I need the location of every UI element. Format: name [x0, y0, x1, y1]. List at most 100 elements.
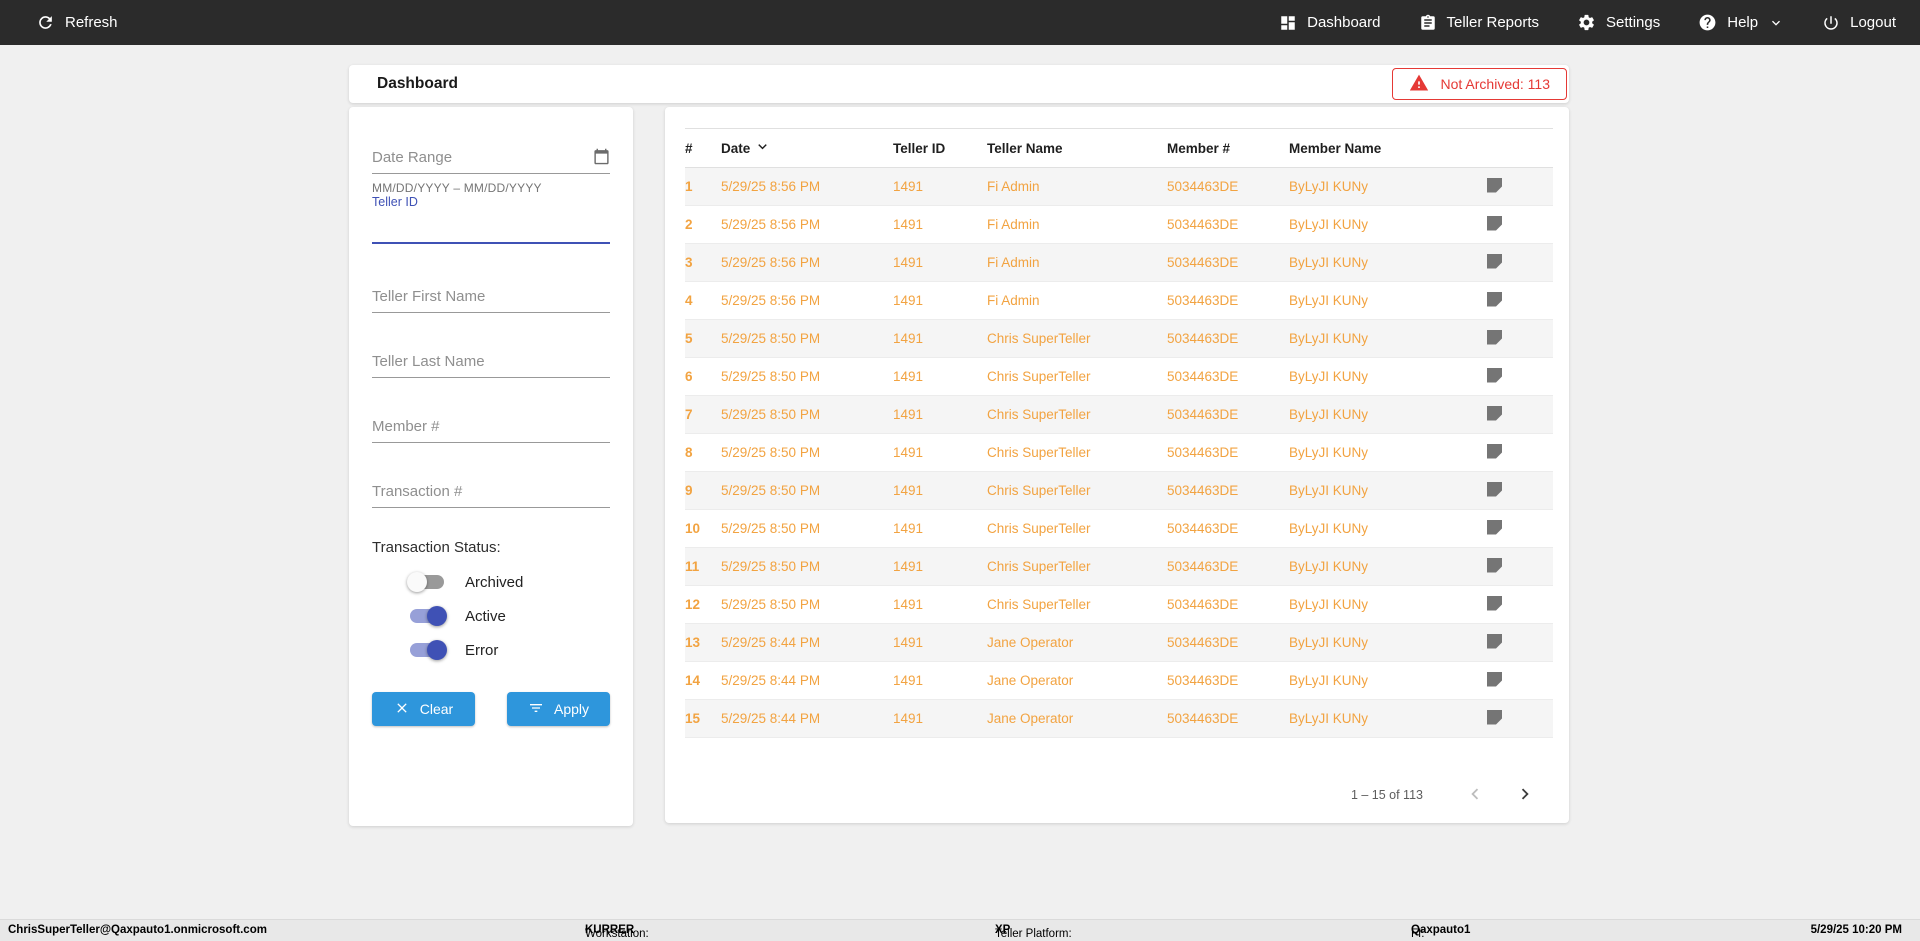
clear-button[interactable]: Clear [372, 692, 475, 726]
table-row[interactable]: 11 5/29/25 8:50 PM 1491 Chris SuperTeller 50… [685, 548, 1553, 586]
table-row[interactable]: 13 5/29/25 8:44 PM 1491 Jane Operator 503446… [685, 624, 1553, 662]
date-cell: 5/29/25 8:56 PM [721, 217, 821, 232]
nav-logout[interactable]: Logout [1822, 14, 1896, 32]
teller-name-cell: Chris SuperTeller [987, 407, 1091, 422]
member-number-cell: 5034463DE [1167, 179, 1239, 194]
table-row[interactable]: 7 5/29/25 8:50 PM 1491 Chris SuperTeller 503… [685, 396, 1553, 434]
table-row[interactable]: 3 5/29/25 8:56 PM 1491 Fi Admin 5034463DE ByL… [685, 244, 1553, 282]
member-name-cell: ByLyJI KUNy [1289, 635, 1369, 650]
calendar-icon[interactable] [593, 148, 610, 168]
teller-id-input[interactable] [372, 211, 610, 244]
transactions-card: # Date Teller ID Teller Name Member # Me… [665, 107, 1569, 823]
teller-id-cell: 1491 [893, 407, 924, 422]
note-icon[interactable] [1487, 633, 1502, 649]
table-row[interactable]: 9 5/29/25 8:50 PM 1491 Chris SuperTeller 503… [685, 472, 1553, 510]
previous-page-button[interactable] [1455, 775, 1495, 815]
date-range-input[interactable] [372, 144, 610, 174]
nav-dashboard[interactable]: Dashboard [1279, 14, 1381, 32]
teller-name-cell: Jane Operator [987, 711, 1074, 726]
member-name-cell: ByLyJI KUNy [1289, 369, 1369, 384]
teller-id-cell: 1491 [893, 597, 924, 612]
teller-id-cell: 1491 [893, 217, 924, 232]
apply-button[interactable]: Apply [507, 692, 610, 726]
toggle-label: Archived [465, 573, 524, 591]
table-row[interactable]: 15 5/29/25 8:44 PM 1491 Jane Operator 503446… [685, 700, 1553, 738]
member-number-input[interactable] [372, 413, 610, 443]
note-icon[interactable] [1487, 177, 1502, 193]
teller-id-label: Teller ID [372, 195, 418, 209]
nav-teller-reports[interactable]: Teller Reports [1419, 14, 1539, 32]
status-toggle-archived[interactable]: Archived [372, 565, 622, 599]
table-row[interactable]: 8 5/29/25 8:50 PM 1491 Chris SuperTeller 503… [685, 434, 1553, 472]
teller-id-cell: 1491 [893, 559, 924, 574]
table-row[interactable]: 1 5/29/25 8:56 PM 1491 Fi Admin 5034463DE ByL… [685, 168, 1553, 206]
table-body: 1 5/29/25 8:56 PM 1491 Fi Admin 5034463DE ByL… [685, 168, 1553, 738]
row-number-cell: 14 [685, 673, 701, 688]
teller-id-cell: 1491 [893, 255, 924, 270]
transaction-number-input[interactable] [372, 478, 610, 508]
dashboard-icon [1279, 14, 1297, 32]
table-row[interactable]: 2 5/29/25 8:56 PM 1491 Fi Admin 5034463DE ByL… [685, 206, 1553, 244]
table-row[interactable]: 5 5/29/25 8:50 PM 1491 Chris SuperTeller 503… [685, 320, 1553, 358]
table-row[interactable]: 4 5/29/25 8:56 PM 1491 Fi Admin 5034463DE ByL… [685, 282, 1553, 320]
member-name-cell: ByLyJI KUNy [1289, 673, 1369, 688]
date-cell: 5/29/25 8:50 PM [721, 597, 821, 612]
refresh-button[interactable]: Refresh [36, 13, 118, 32]
row-number-cell: 10 [685, 521, 701, 536]
table-row[interactable]: 6 5/29/25 8:50 PM 1491 Chris SuperTeller 503… [685, 358, 1553, 396]
next-page-button[interactable] [1505, 775, 1545, 815]
table-row[interactable]: 14 5/29/25 8:44 PM 1491 Jane Operator 503446… [685, 662, 1553, 700]
member-name-cell: ByLyJI KUNy [1289, 179, 1369, 194]
note-icon[interactable] [1487, 215, 1502, 231]
not-archived-label: Not Archived: 113 [1440, 76, 1550, 92]
date-cell: 5/29/25 8:50 PM [721, 369, 821, 384]
nav-help[interactable]: Help [1698, 13, 1784, 32]
row-number-cell: 9 [685, 483, 693, 498]
member-number-cell: 5034463DE [1167, 217, 1239, 232]
member-name-cell: ByLyJI KUNy [1289, 711, 1369, 726]
teller-name-cell: Jane Operator [987, 673, 1074, 688]
teller-last-name-input[interactable] [372, 348, 610, 378]
note-icon[interactable] [1487, 519, 1502, 535]
row-number-cell: 12 [685, 597, 701, 612]
table-header-row: # Date Teller ID Teller Name Member # Me… [685, 128, 1553, 168]
date-cell: 5/29/25 8:50 PM [721, 331, 821, 346]
row-number-cell: 1 [685, 179, 693, 194]
note-icon[interactable] [1487, 253, 1502, 269]
member-name-cell: ByLyJI KUNy [1289, 331, 1369, 346]
note-icon[interactable] [1487, 671, 1502, 687]
help-icon [1698, 13, 1717, 32]
member-name-cell: ByLyJI KUNy [1289, 407, 1369, 422]
col-date-sortable[interactable]: Date [721, 138, 893, 158]
date-cell: 5/29/25 8:56 PM [721, 179, 821, 194]
note-icon[interactable] [1487, 291, 1502, 307]
note-icon[interactable] [1487, 405, 1502, 421]
transactions-table: # Date Teller ID Teller Name Member # Me… [685, 128, 1553, 738]
nav-settings[interactable]: Settings [1577, 13, 1660, 32]
teller-first-name-input[interactable] [372, 283, 610, 313]
row-number-cell: 7 [685, 407, 693, 422]
note-icon[interactable] [1487, 595, 1502, 611]
teller-name-cell: Chris SuperTeller [987, 597, 1091, 612]
note-icon[interactable] [1487, 367, 1502, 383]
toggle-switch[interactable] [407, 572, 447, 592]
status-toggle-active[interactable]: Active [372, 599, 622, 633]
toggle-switch[interactable] [407, 606, 447, 626]
note-icon[interactable] [1487, 557, 1502, 573]
power-icon [1822, 14, 1840, 32]
member-name-cell: ByLyJI KUNy [1289, 293, 1369, 308]
status-bar: ChrisSuperTeller@Qaxpauto1.onmicrosoft.c… [0, 919, 1920, 941]
toggle-switch[interactable] [407, 640, 447, 660]
note-icon[interactable] [1487, 709, 1502, 725]
note-icon[interactable] [1487, 443, 1502, 459]
member-number-cell: 5034463DE [1167, 711, 1239, 726]
status-toggle-error[interactable]: Error [372, 633, 622, 667]
row-number-cell: 13 [685, 635, 701, 650]
table-row[interactable]: 10 5/29/25 8:50 PM 1491 Chris SuperTeller 50… [685, 510, 1553, 548]
note-icon[interactable] [1487, 481, 1502, 497]
row-number-cell: 2 [685, 217, 693, 232]
row-number-cell: 8 [685, 445, 693, 460]
table-row[interactable]: 12 5/29/25 8:50 PM 1491 Chris SuperTeller 50… [685, 586, 1553, 624]
status-datetime: 5/29/25 10:20 PM [1810, 924, 1902, 936]
note-icon[interactable] [1487, 329, 1502, 345]
